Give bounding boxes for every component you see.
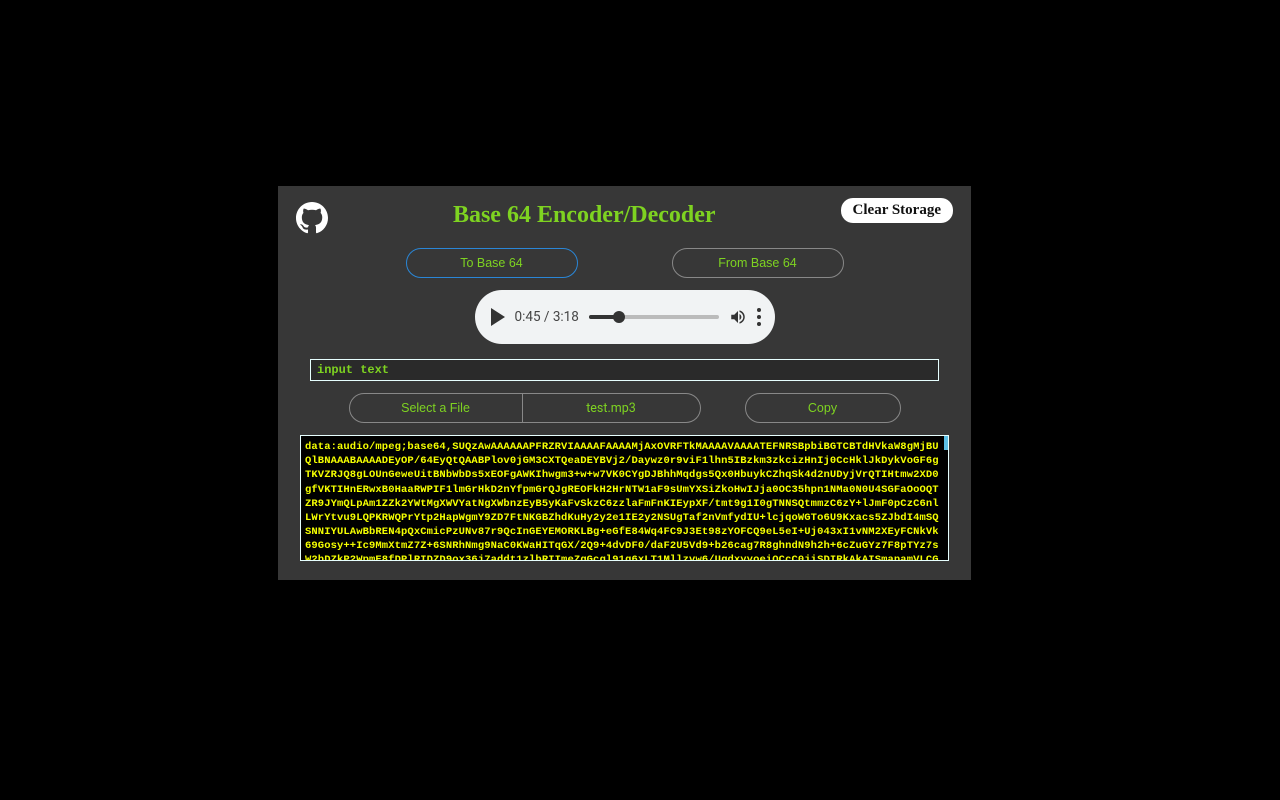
audio-player: 0:45 / 3:18: [475, 290, 775, 344]
output-textarea[interactable]: data:audio/mpeg;base64,SUQzAwAAAAAAPFRZR…: [300, 435, 949, 561]
select-file-button[interactable]: Select a File: [349, 393, 523, 423]
input-text-wrap: [310, 358, 939, 381]
volume-icon[interactable]: [729, 308, 747, 326]
kebab-menu-icon[interactable]: [757, 308, 761, 326]
encode-tabs: To Base 64 From Base 64: [296, 248, 953, 278]
clear-storage-button[interactable]: Clear Storage: [841, 198, 953, 223]
top-row: Base 64 Encoder/Decoder Clear Storage: [296, 196, 953, 234]
app-title: Base 64 Encoder/Decoder: [453, 202, 716, 229]
audio-time: 0:45 / 3:18: [515, 309, 579, 325]
file-selector-group: Select a File test.mp3: [349, 393, 701, 423]
github-icon[interactable]: [296, 202, 328, 234]
audio-current-time: 0:45: [515, 309, 541, 325]
play-icon[interactable]: [491, 308, 505, 326]
copy-button[interactable]: Copy: [745, 393, 901, 423]
scrollbar-thumb[interactable]: [944, 436, 948, 450]
audio-duration: 3:18: [553, 309, 579, 325]
input-text-field[interactable]: [310, 359, 939, 381]
audio-player-wrap: 0:45 / 3:18: [296, 290, 953, 344]
tab-to-base64[interactable]: To Base 64: [406, 248, 578, 278]
tab-from-base64[interactable]: From Base 64: [672, 248, 844, 278]
selected-file-name: test.mp3: [523, 393, 701, 423]
output-text-value: data:audio/mpeg;base64,SUQzAwAAAAAAPFRZR…: [301, 436, 948, 561]
app-panel: Base 64 Encoder/Decoder Clear Storage To…: [278, 186, 971, 580]
action-row: Select a File test.mp3 Copy: [296, 393, 953, 423]
audio-seek-slider[interactable]: [589, 315, 719, 319]
